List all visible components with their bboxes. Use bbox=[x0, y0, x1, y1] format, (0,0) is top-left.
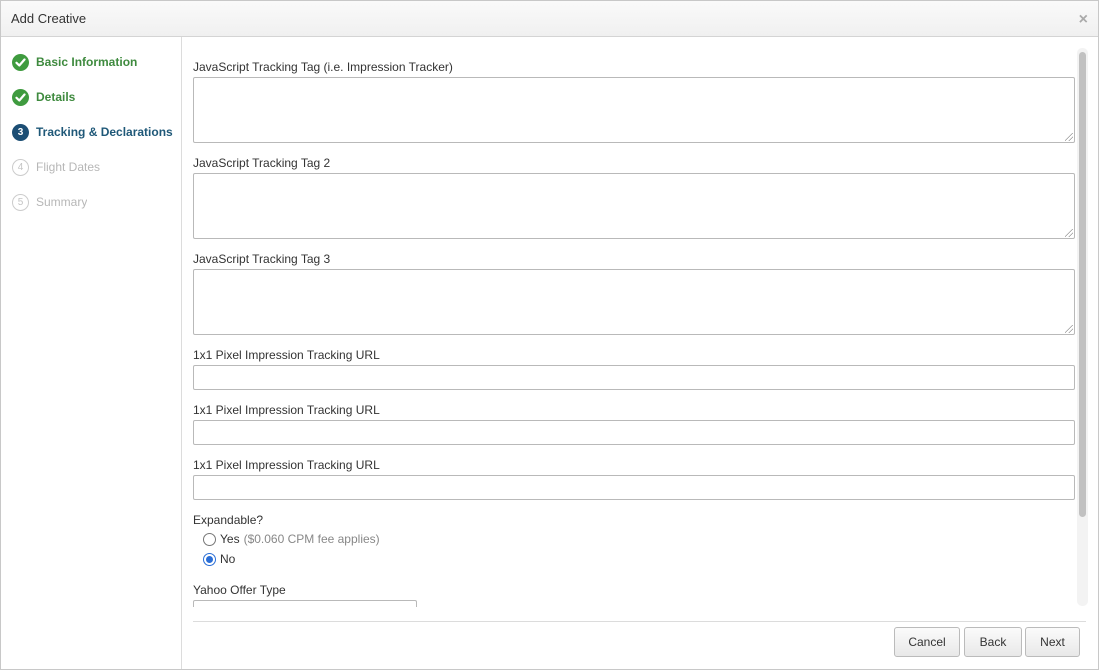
form-content: JavaScript Tracking Tag (i.e. Impression… bbox=[182, 37, 1098, 607]
step-details[interactable]: Details bbox=[12, 88, 174, 106]
js-tag-2-textarea[interactable] bbox=[193, 173, 1075, 239]
pixel-url-3-input[interactable] bbox=[193, 475, 1075, 500]
js-tag-2-label: JavaScript Tracking Tag 2 bbox=[193, 156, 331, 170]
dialog-title: Add Creative bbox=[11, 11, 87, 26]
step-number-icon: 5 bbox=[12, 193, 29, 211]
js-tag-3-label: JavaScript Tracking Tag 3 bbox=[193, 252, 331, 266]
dialog-header: Add Creative × bbox=[1, 1, 1098, 37]
step-basic-information[interactable]: Basic Information bbox=[12, 53, 174, 71]
pixel-url-1-input[interactable] bbox=[193, 365, 1075, 390]
expandable-no-option[interactable]: No bbox=[203, 551, 235, 567]
step-label: Flight Dates bbox=[36, 160, 101, 174]
radio-label: No bbox=[220, 552, 236, 566]
step-label: Details bbox=[36, 90, 76, 104]
footer-divider bbox=[193, 621, 1086, 622]
js-tag-1-label: JavaScript Tracking Tag (i.e. Impression… bbox=[193, 60, 453, 74]
pixel-url-1-label: 1x1 Pixel Impression Tracking URL bbox=[193, 348, 380, 362]
cpm-fee-note: ($0.060 CPM fee applies) bbox=[243, 532, 380, 546]
cancel-button[interactable]: Cancel bbox=[894, 627, 960, 657]
back-button[interactable]: Back bbox=[964, 627, 1022, 657]
js-tag-3-textarea[interactable] bbox=[193, 269, 1075, 335]
close-icon[interactable]: × bbox=[1079, 12, 1088, 28]
pixel-url-2-label: 1x1 Pixel Impression Tracking URL bbox=[193, 403, 380, 417]
step-label: Tracking & Declarations bbox=[36, 125, 173, 139]
js-tag-1-textarea[interactable] bbox=[193, 77, 1075, 143]
resize-grip-icon[interactable] bbox=[1065, 325, 1073, 333]
step-number-icon: 4 bbox=[12, 158, 29, 176]
step-summary: 5 Summary bbox=[12, 193, 174, 211]
step-number-icon: 3 bbox=[12, 123, 29, 141]
check-icon bbox=[12, 88, 29, 106]
radio-label: Yes bbox=[220, 532, 240, 546]
expandable-label: Expandable? bbox=[193, 513, 264, 527]
resize-grip-icon[interactable] bbox=[1065, 229, 1073, 237]
wizard-steps-sidebar: Basic Information Details 3 Tracking & D… bbox=[1, 37, 182, 669]
expandable-no-radio[interactable] bbox=[203, 552, 216, 566]
expandable-yes-option[interactable]: Yes ($0.060 CPM fee applies) bbox=[203, 531, 380, 547]
expandable-yes-radio[interactable] bbox=[203, 532, 216, 546]
resize-grip-icon[interactable] bbox=[1065, 133, 1073, 141]
next-button[interactable]: Next bbox=[1025, 627, 1080, 657]
pixel-url-2-input[interactable] bbox=[193, 420, 1075, 445]
pixel-url-3-label: 1x1 Pixel Impression Tracking URL bbox=[193, 458, 380, 472]
step-label: Basic Information bbox=[36, 55, 138, 69]
step-label: Summary bbox=[36, 195, 88, 209]
scrollbar-thumb[interactable] bbox=[1079, 52, 1086, 517]
content-scrollbar[interactable] bbox=[1077, 48, 1088, 606]
add-creative-dialog: Add Creative × Basic Information Details… bbox=[0, 0, 1099, 670]
check-icon bbox=[12, 53, 29, 71]
step-tracking-declarations[interactable]: 3 Tracking & Declarations bbox=[12, 123, 174, 141]
offer-type-label: Yahoo Offer Type bbox=[193, 583, 286, 597]
offer-type-select[interactable] bbox=[193, 600, 417, 607]
step-flight-dates: 4 Flight Dates bbox=[12, 158, 174, 176]
